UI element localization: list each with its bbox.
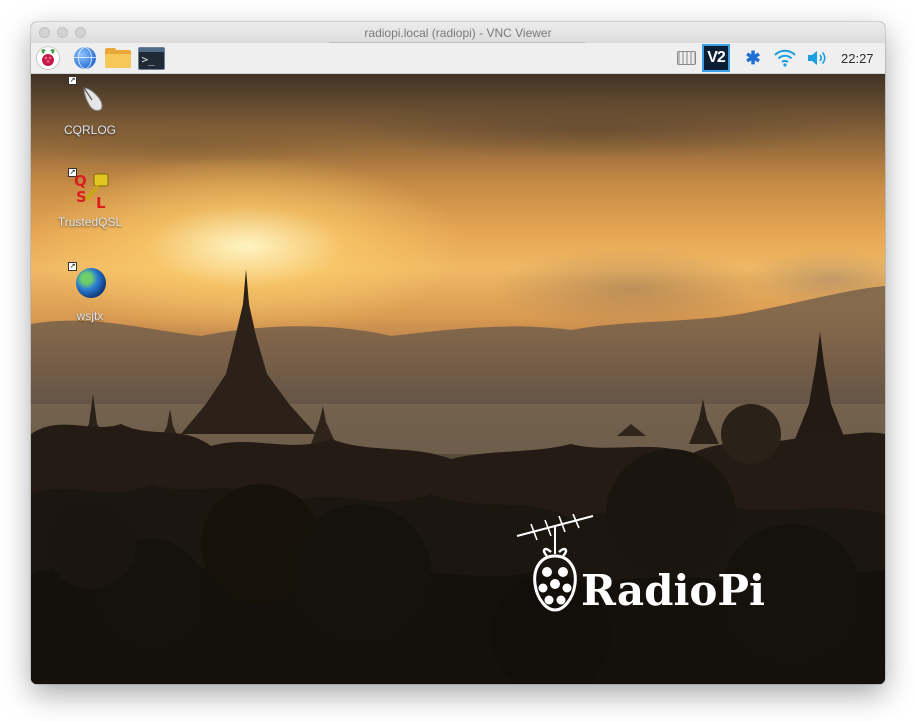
wifi-icon xyxy=(774,49,796,67)
raspberry-menu-button[interactable] xyxy=(36,46,60,70)
keyboard-icon xyxy=(676,51,696,65)
globe-icon xyxy=(74,47,96,69)
window-title: radiopi.local (radiopi) - VNC Viewer xyxy=(364,26,552,40)
shortcut-arrow-icon: ↗ xyxy=(68,262,77,271)
shortcut-arrow-icon: ↗ xyxy=(68,76,77,85)
raspberry-icon xyxy=(41,49,55,66)
desktop-icon-trustedqsl[interactable]: ↗ Q S L TrustedQSL xyxy=(45,168,135,229)
terminal-button[interactable]: >_ xyxy=(136,46,166,70)
keyboard-tray-button[interactable] xyxy=(674,46,698,70)
cqrlog-icon: ↗ xyxy=(68,76,110,118)
svg-text:S: S xyxy=(76,188,87,206)
globe-icon: ↗ xyxy=(68,262,110,304)
vnc-server-tray-button[interactable]: V2 xyxy=(701,44,731,72)
volume-tray-button[interactable] xyxy=(804,46,830,70)
bluetooth-icon: ✱ xyxy=(745,47,761,68)
folder-icon xyxy=(105,48,131,68)
desktop-icon-cqrlog[interactable]: ↗ CQRLOG xyxy=(45,76,135,137)
wifi-tray-button[interactable] xyxy=(771,46,799,70)
window-titlebar[interactable]: radiopi.local (radiopi) - VNC Viewer xyxy=(31,22,885,44)
file-manager-button[interactable] xyxy=(103,46,133,70)
desktop-icon-label: wsjtx xyxy=(76,309,104,323)
radiopi-logo: RadioPi xyxy=(515,514,785,624)
bluetooth-tray-button[interactable]: ✱ xyxy=(743,46,763,70)
volume-icon xyxy=(808,51,826,65)
radiopi-logo-text: RadioPi xyxy=(581,566,765,615)
desktop[interactable]: ↗ CQRLOG ↗ Q S L TrustedQSL ↗ wsjtx Radi… xyxy=(31,74,885,684)
vnc-icon: V2 xyxy=(702,44,730,72)
wsjtx-globe-icon xyxy=(76,268,106,298)
desktop-icon-label: CQRLOG xyxy=(63,123,116,137)
lxde-taskbar: >_ V2 ✱ 22:27 xyxy=(31,43,885,74)
terminal-glyph: >_ xyxy=(141,52,155,66)
cqrlog-pen-icon xyxy=(83,87,103,111)
qsl-key-icon: Q S L xyxy=(74,172,109,210)
web-browser-button[interactable] xyxy=(72,46,98,70)
qsl-icon: ↗ Q S L xyxy=(68,168,110,210)
vnc-label: V2 xyxy=(707,49,726,66)
clock[interactable]: 22:27 xyxy=(841,51,874,66)
desktop-icon-label: TrustedQSL xyxy=(57,215,123,229)
vnc-viewer-window: radiopi.local (radiopi) - VNC Viewer >_ … xyxy=(31,22,885,684)
desktop-icon-wsjtx[interactable]: ↗ wsjtx xyxy=(45,262,135,323)
terminal-icon: >_ xyxy=(137,46,165,70)
svg-text:L: L xyxy=(96,194,106,210)
